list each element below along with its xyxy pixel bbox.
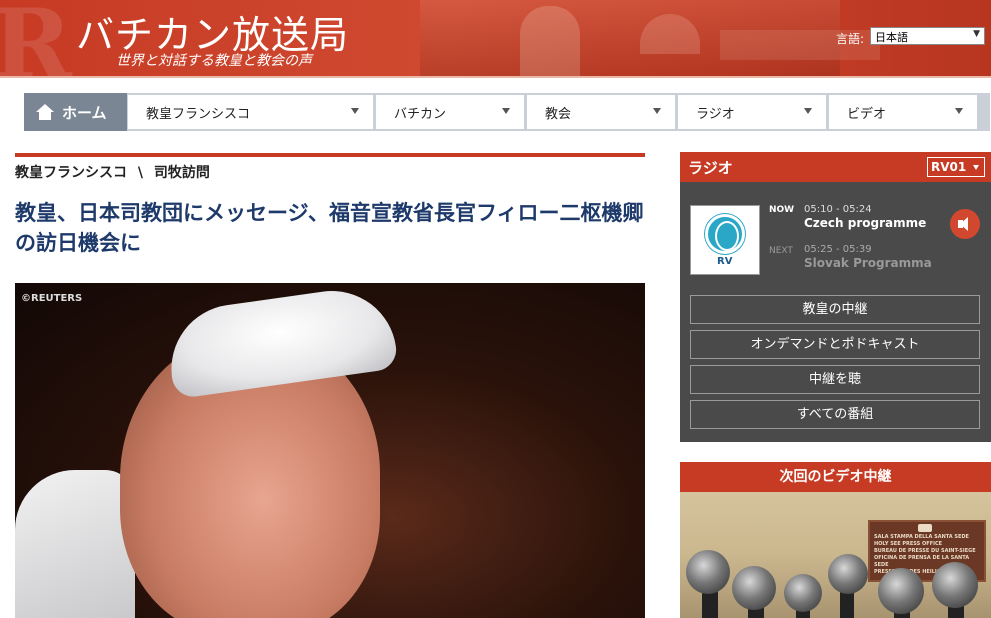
microphone-icon xyxy=(878,568,924,614)
photo-credit: ©REUTERS xyxy=(21,293,83,304)
chevron-down-icon: ▼ xyxy=(973,29,980,39)
article-top-rule xyxy=(15,153,645,157)
nav-item-label: バチカン xyxy=(394,106,447,122)
video-widget: 次回のビデオ中継 SALA STAMPA DELLA SANTA SEDE HO… xyxy=(680,462,991,618)
caret-down-icon xyxy=(351,108,359,114)
microphone-icon xyxy=(732,566,776,610)
channel-selected-value: RV01 xyxy=(931,160,967,174)
site-subtitle: 世界と対話する教皇と教会の声 xyxy=(116,53,312,69)
microphone-icon xyxy=(828,554,868,594)
nav-home-label: ホーム xyxy=(62,103,107,122)
nav-home[interactable]: ホーム xyxy=(24,93,127,131)
caret-down-icon xyxy=(955,108,963,114)
caret-down-icon xyxy=(973,165,979,170)
nav-item-church[interactable]: 教会 xyxy=(527,95,675,129)
now-label: NOW xyxy=(769,205,795,215)
nav-item-vatican[interactable]: バチカン xyxy=(376,95,524,129)
breadcrumb-link-pastoral-visits[interactable]: 司牧訪問 xyxy=(154,165,210,181)
language-label: 言語: xyxy=(836,32,865,46)
radio-widget-header: ラジオ RV01 xyxy=(680,152,991,182)
radio-widget-title: ラジオ xyxy=(688,159,733,177)
radio-button-all-programmes[interactable]: すべての番組 xyxy=(690,400,980,429)
article-headline: 教皇、日本司教団にメッセージ、福音宣教省長官フィロー二枢機卿の訪日機会に xyxy=(15,201,644,255)
photo-cassock xyxy=(15,470,135,618)
caret-down-icon xyxy=(502,108,510,114)
site-header: R バチカン放送局 世界と対話する教皇と教会の声 言語: 日本語 ▼ xyxy=(0,0,991,76)
next-time: 05:25 - 05:39 xyxy=(804,244,872,255)
caret-down-icon xyxy=(653,108,661,114)
logo-mark: R xyxy=(0,0,72,76)
plaque-line: SALA STAMPA DELLA SANTA SEDE xyxy=(874,534,969,540)
nav-item-label: 教会 xyxy=(545,106,572,122)
now-programme: Czech programme xyxy=(804,216,927,230)
header-divider xyxy=(0,76,991,78)
nav-item-label: 教皇フランシスコ xyxy=(146,106,251,122)
speaker-icon[interactable] xyxy=(950,209,980,239)
caret-down-icon xyxy=(804,108,812,114)
logo-text: RV xyxy=(717,256,733,267)
breadcrumb: 教皇フランシスコ \ 司牧訪問 xyxy=(15,162,216,182)
header-pope-figure xyxy=(520,6,580,76)
nav-item-radio[interactable]: ラジオ xyxy=(678,95,826,129)
radio-button-on-demand[interactable]: オンデマンドとポドキャスト xyxy=(690,330,980,359)
plaque-line: BUREAU DE PRESSE DU SAINT-SIEGE xyxy=(874,548,976,554)
globe-icon xyxy=(705,214,745,254)
breadcrumb-link-pope-francis[interactable]: 教皇フランシスコ xyxy=(15,165,127,181)
breadcrumb-separator: \ xyxy=(137,165,143,181)
home-icon xyxy=(36,104,54,120)
radio-widget: ラジオ RV01 RV NOW 05:10 - 05:24 Czech prog… xyxy=(680,152,991,442)
next-programme: Slovak Programma xyxy=(804,256,932,270)
video-widget-title: 次回のビデオ中継 xyxy=(680,462,991,492)
nav-item-pope-francis[interactable]: 教皇フランシスコ xyxy=(128,95,373,129)
microphone-icon xyxy=(686,550,730,594)
microphone-icon xyxy=(932,562,978,608)
radio-vaticana-logo: RV xyxy=(690,205,760,275)
radio-button-papal-live[interactable]: 教皇の中継 xyxy=(690,295,980,324)
radio-button-listen-live[interactable]: 中継を聴 xyxy=(690,365,980,394)
papal-seal-icon xyxy=(918,524,932,532)
nav-item-label: ビデオ xyxy=(847,106,887,122)
main-nav: ホーム 教皇フランシスコ バチカン 教会 ラジオ ビデオ xyxy=(24,93,990,131)
nav-item-video[interactable]: ビデオ xyxy=(829,95,977,129)
channel-select[interactable]: RV01 xyxy=(927,157,985,177)
language-selected-value: 日本語 xyxy=(875,31,908,44)
next-label: NEXT xyxy=(769,246,793,256)
nav-item-label: ラジオ xyxy=(696,106,735,122)
plaque-line: HOLY SEE PRESS OFFICE xyxy=(874,541,943,547)
language-select[interactable]: 日本語 ▼ xyxy=(870,27,985,45)
now-time: 05:10 - 05:24 xyxy=(804,204,872,215)
microphone-icon xyxy=(784,574,822,612)
